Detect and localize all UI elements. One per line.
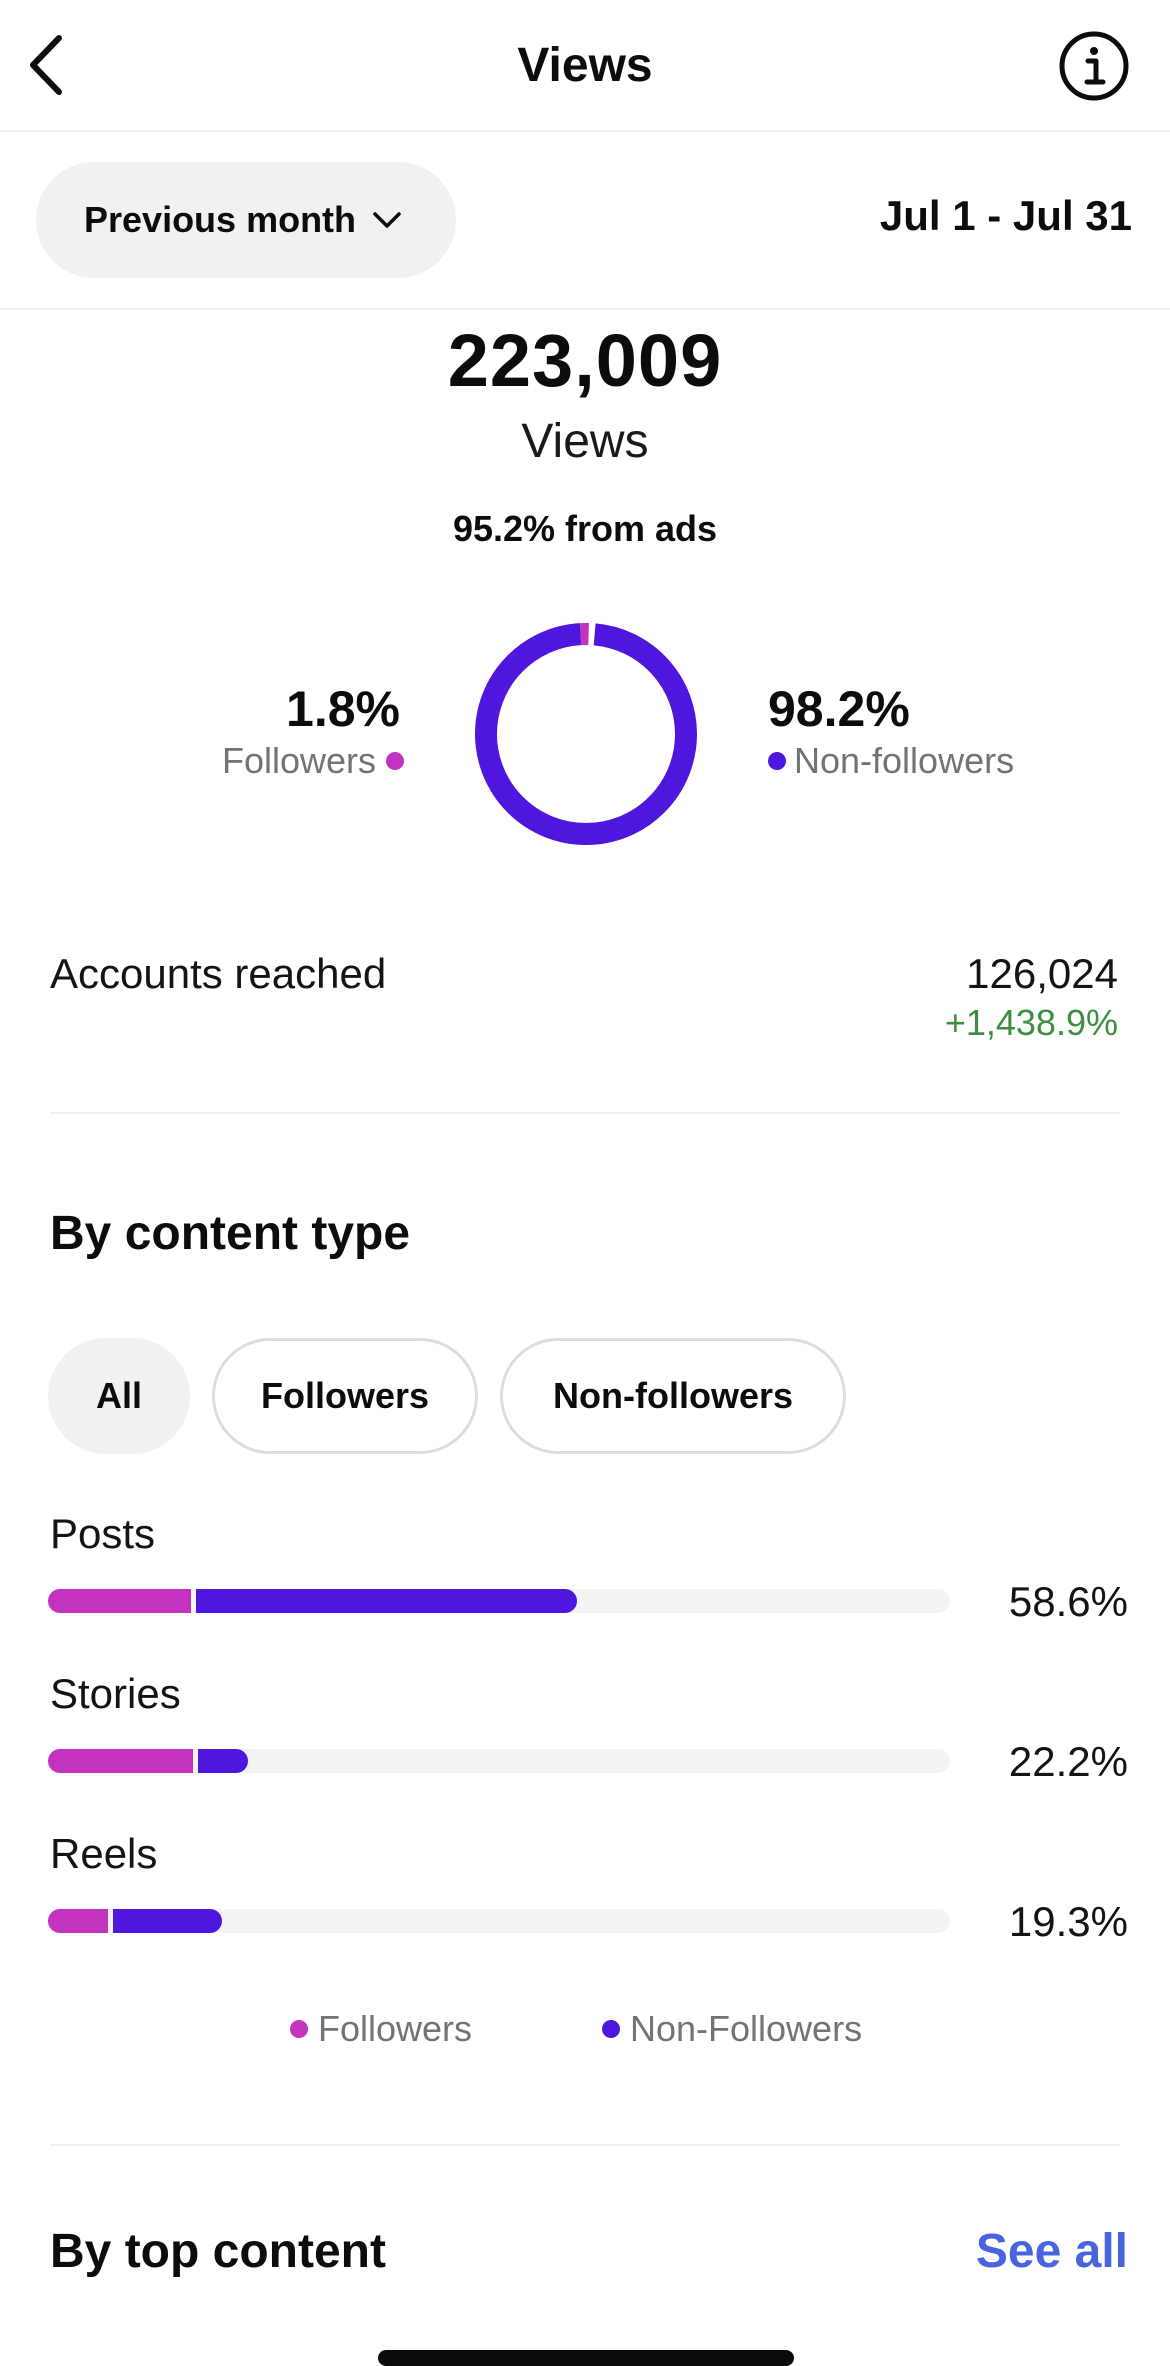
page-title: Views — [517, 39, 653, 92]
ads-share-note: 95.2% from ads — [452, 508, 718, 549]
bar-segment-followers — [48, 1589, 191, 1613]
bar-segment-non-followers — [198, 1749, 249, 1773]
accounts-reached-change: +1,438.9% — [944, 1002, 1118, 1043]
content-row-percentage: 58.6% — [1008, 1578, 1128, 1625]
content-row-label: Reels — [50, 1830, 158, 1877]
accounts-reached-value: 126,024 — [966, 950, 1118, 997]
bar-legend-followers-label: Followers — [318, 2008, 473, 2049]
content-row-percentage: 22.2% — [1008, 1738, 1128, 1785]
chevron-down-icon — [373, 212, 401, 228]
donut-segment-non-followers — [475, 623, 697, 845]
followers-legend: Followers — [222, 740, 404, 782]
followers-dot-icon — [290, 2020, 308, 2038]
home-indicator — [378, 2350, 794, 2366]
non-followers-legend: Non-followers — [768, 740, 1014, 782]
info-button[interactable] — [1058, 30, 1130, 102]
bar-legend-non-followers: Non-Followers — [602, 2008, 862, 2050]
top-nav-bar: Views — [0, 0, 1170, 132]
followers-dot-icon — [386, 752, 404, 770]
followers-percentage: 1.8% — [286, 681, 400, 737]
non-followers-legend-label: Non-followers — [794, 740, 1015, 781]
followers-legend-label: Followers — [221, 740, 376, 781]
period-dropdown[interactable]: Previous month — [36, 162, 456, 278]
top-content-title: By top content — [50, 2225, 386, 2278]
accounts-reached-label: Accounts reached — [50, 950, 387, 997]
period-dropdown-label: Previous month — [84, 199, 357, 240]
bar-segment-followers — [48, 1749, 194, 1773]
bar-legend-followers: Followers — [290, 2008, 472, 2050]
content-bar-track — [48, 1749, 950, 1773]
filter-bar: Previous month Jul 1 - Jul 31 — [0, 132, 1170, 310]
chip-all[interactable]: All — [48, 1338, 190, 1454]
content-row-percentage: 19.3% — [1008, 1898, 1128, 1945]
non-followers-dot-icon — [768, 752, 786, 770]
content-row-label: Stories — [50, 1670, 181, 1717]
total-views-value: 223,009 — [447, 319, 723, 402]
bar-legend-non-followers-label: Non-Followers — [630, 2008, 863, 2049]
non-followers-percentage: 98.2% — [768, 681, 910, 737]
chip-non-followers[interactable]: Non-followers — [500, 1338, 846, 1454]
content-bar-track — [48, 1589, 950, 1613]
info-circle-icon — [1059, 31, 1129, 101]
audience-donut-chart — [475, 623, 697, 845]
see-all-link[interactable]: See all — [976, 2224, 1128, 2279]
bar-segment-non-followers — [195, 1589, 577, 1613]
content-type-title: By content type — [50, 1207, 411, 1260]
date-range: Jul 1 - Jul 31 — [879, 192, 1132, 239]
content-bar-track — [48, 1909, 950, 1933]
content-row-label: Posts — [50, 1510, 156, 1557]
total-views-label: Views — [521, 415, 649, 468]
non-followers-dot-icon — [602, 2020, 620, 2038]
chip-followers[interactable]: Followers — [212, 1338, 478, 1454]
bar-segment-non-followers — [112, 1909, 223, 1933]
section-divider — [50, 1112, 1120, 1114]
bar-segment-followers — [48, 1909, 108, 1933]
section-divider — [50, 2144, 1120, 2146]
